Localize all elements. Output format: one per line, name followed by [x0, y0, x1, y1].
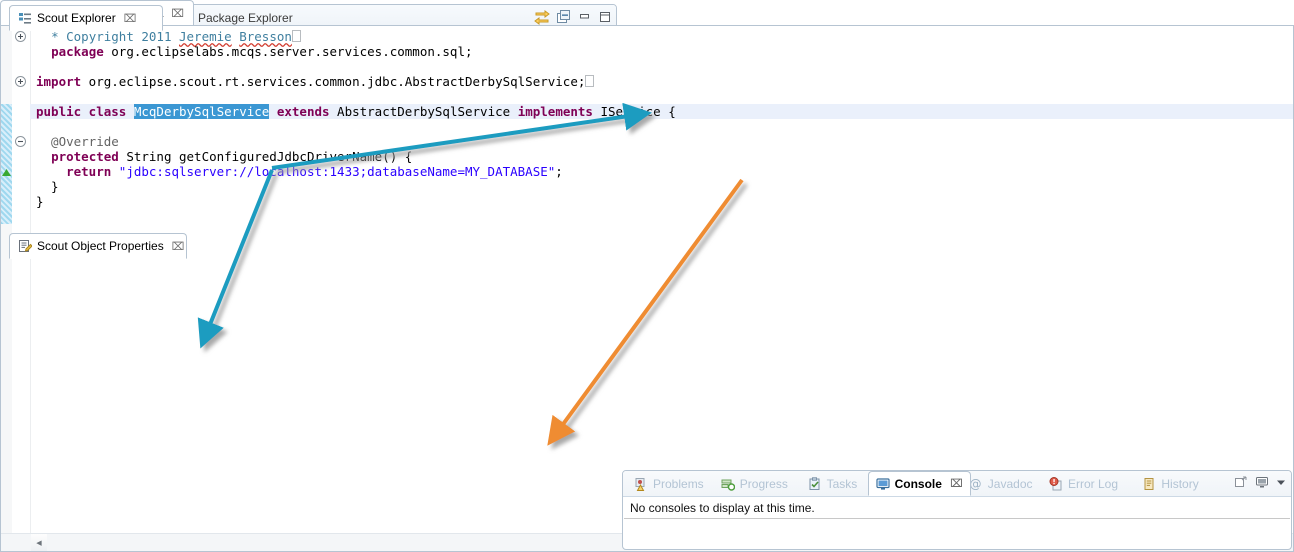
code-line: public class McqDerbySqlService extends …	[30, 104, 1293, 119]
tab-label: Javadoc	[987, 476, 1033, 491]
code-token: ;	[555, 164, 563, 179]
console-view-toolbar	[1234, 475, 1286, 489]
occurrence-marker-bar	[1, 104, 12, 224]
console-tab-javadoc[interactable]: @ Javadoc	[962, 471, 1040, 496]
close-icon[interactable]: ⌧	[950, 477, 963, 490]
code-token: return	[66, 164, 112, 179]
code-token: extends	[276, 104, 330, 119]
code-line: }	[30, 194, 1293, 209]
tab-label: Progress	[739, 476, 788, 491]
code-line: }	[30, 179, 1293, 194]
code-token: org.eclipse.scout.rt.services.common.jdb…	[81, 74, 586, 89]
overview-up-marker-icon	[2, 166, 11, 180]
code-line: * Copyright 2011 Jeremie Bresson	[30, 29, 1293, 44]
console-view: Problems Progress Tasks Console ⌧ @ Javadoc Err…	[622, 470, 1292, 550]
view-menu-icon[interactable]	[1276, 477, 1286, 487]
code-token: }	[36, 194, 44, 209]
code-line: @Override	[30, 134, 1293, 149]
tab-label: Scout Object Properties	[37, 239, 164, 253]
code-token: * Copyright 2011	[51, 29, 179, 44]
code-token: import	[36, 74, 82, 89]
close-icon[interactable]: ⌧	[171, 7, 184, 20]
code-line: import org.eclipse.scout.rt.services.com…	[30, 74, 1293, 89]
tasks-icon	[808, 476, 822, 491]
scroll-left-arrow[interactable]: ◀	[31, 534, 47, 551]
tab-label: Problems	[653, 476, 704, 491]
code-line: protected String getConfiguredJdbcDriver…	[30, 149, 1293, 164]
history-icon	[1142, 477, 1156, 491]
code-token: IService {	[592, 104, 676, 119]
display-selected-console-icon[interactable]	[1255, 475, 1269, 489]
properties-icon	[18, 239, 32, 253]
code-line: return "jdbc:sqlserver://localhost:1433;…	[30, 164, 1293, 179]
code-token: }	[36, 179, 59, 194]
console-tabbar: Problems Progress Tasks Console ⌧ @ Javadoc Err…	[623, 471, 1291, 497]
code-token: String getConfiguredJdbcDriverName() {	[118, 149, 413, 164]
collapsed-region-icon[interactable]	[291, 30, 301, 42]
console-body: No consoles to display at this time.	[624, 497, 1290, 548]
progress-icon	[721, 477, 735, 491]
code-token: implements	[517, 104, 593, 119]
console-tab-tasks[interactable]: Tasks	[801, 471, 865, 496]
collapsed-region-icon[interactable]	[585, 75, 595, 87]
code-token: Jeremie	[179, 29, 232, 44]
close-icon[interactable]: ⌧	[124, 12, 137, 25]
svg-text:@: @	[969, 477, 981, 491]
code-line: package org.eclipselabs.mcqs.server.serv…	[30, 44, 1293, 59]
java-editor: J McqDerbySqlService.java ⌧ * Copyright …	[0, 0, 1294, 552]
tab-label: Tasks	[826, 476, 858, 491]
code-token: @Override	[36, 134, 119, 149]
error-log-icon	[1049, 476, 1063, 491]
console-tab-history[interactable]: History	[1135, 471, 1205, 496]
console-tab-console[interactable]: Console ⌧	[867, 471, 971, 496]
fold-expand-icon[interactable]	[14, 30, 27, 43]
tab-scout-explorer[interactable]: Scout Explorer ⌧	[9, 5, 163, 31]
tab-label: Scout Explorer	[37, 11, 116, 25]
code-token: org.eclipselabs.mcqs.server.services.com…	[103, 44, 473, 59]
code-token: public class	[36, 104, 134, 119]
scout-explorer-icon	[18, 11, 32, 25]
code-token: AbstractDerbySqlService	[329, 104, 518, 119]
code-token: Bresson	[239, 29, 292, 44]
tab-label: History	[1161, 476, 1199, 491]
console-message: No consoles to display at this time.	[624, 497, 1290, 519]
code-token: "jdbc:sqlserver://localhost:1433;databas…	[118, 164, 556, 179]
tab-label: Error Log	[1068, 476, 1119, 491]
console-icon	[875, 477, 890, 491]
open-console-icon[interactable]	[1234, 475, 1248, 489]
console-tab-problems[interactable]: Problems	[627, 471, 711, 496]
editor-folding-gutter[interactable]	[12, 26, 31, 533]
javadoc-icon: @	[969, 477, 983, 491]
code-token: package	[51, 44, 104, 59]
fold-collapse-icon[interactable]	[14, 135, 27, 148]
console-tab-error-log[interactable]: Error Log	[1042, 471, 1125, 496]
fold-expand-icon[interactable]	[14, 75, 27, 88]
problems-icon	[634, 477, 648, 491]
editor-code-area[interactable]: * Copyright 2011 Jeremie Bresson package…	[30, 26, 1293, 533]
close-icon[interactable]: ⌧	[172, 240, 185, 253]
tab-scout-object-properties[interactable]: Scout Object Properties ⌧	[9, 233, 187, 259]
code-token: protected	[51, 149, 119, 164]
tab-label: Console	[894, 476, 942, 491]
code-token: McqDerbySqlService	[133, 104, 270, 119]
console-tab-progress[interactable]: Progress	[714, 471, 795, 496]
